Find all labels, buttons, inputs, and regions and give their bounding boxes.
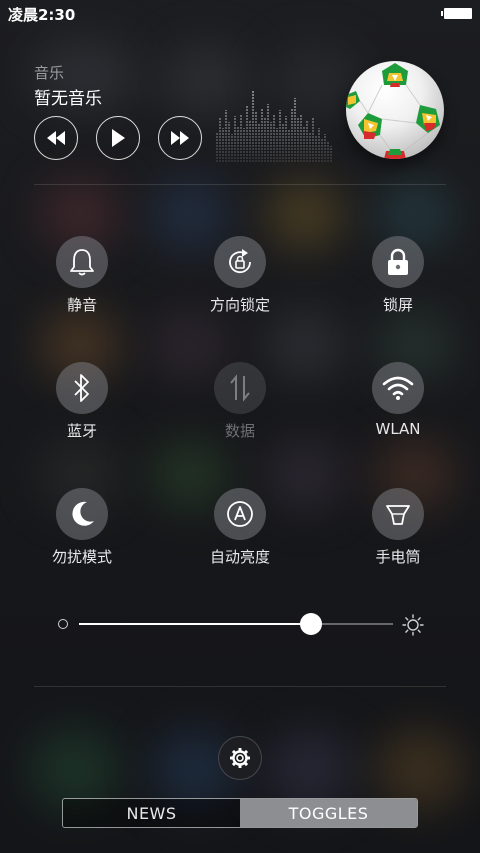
album-art — [346, 61, 444, 159]
toggle-auto-brightness-label: 自动亮度 — [209, 548, 270, 566]
bluetooth-icon — [74, 374, 89, 402]
moon-icon — [72, 501, 94, 526]
toggle-do-not-disturb[interactable]: 勿扰模式 — [22, 488, 142, 567]
brightness-slider[interactable] — [79, 613, 393, 635]
gear-icon — [230, 748, 250, 768]
toggle-bluetooth[interactable]: 蓝牙 — [22, 362, 142, 441]
rewind-icon — [47, 131, 65, 145]
toggle-flashlight-label: 手电筒 — [375, 548, 421, 566]
toggle-lock-screen[interactable]: 锁屏 — [338, 236, 458, 315]
auto-brightness-icon — [227, 501, 253, 527]
brightness-high-icon — [402, 614, 424, 636]
toggle-mobile-data-label: 数据 — [224, 422, 255, 440]
toggle-wlan-label: WLAN — [375, 420, 421, 438]
play-icon — [112, 129, 125, 147]
fast-forward-icon — [171, 131, 189, 145]
toggle-mute-label: 静音 — [66, 296, 97, 314]
toggle-bluetooth-label: 蓝牙 — [66, 422, 97, 440]
bottom-tab-switcher: NEWS TOGGLES — [62, 798, 418, 828]
divider-top — [34, 184, 446, 185]
toggle-rotation-lock-label: 方向锁定 — [209, 296, 270, 314]
settings-button[interactable] — [218, 736, 262, 780]
toggle-wlan[interactable]: WLAN — [338, 362, 458, 438]
divider-bottom — [34, 686, 446, 687]
toggle-mute[interactable]: 静音 — [22, 236, 142, 315]
brightness-low-icon — [58, 619, 68, 629]
brightness-slider-fill — [79, 623, 312, 625]
toggle-mobile-data[interactable]: 数据 — [180, 362, 300, 441]
audio-visualizer — [216, 90, 333, 162]
tab-toggles[interactable]: TOGGLES — [240, 799, 417, 827]
tab-news[interactable]: NEWS — [63, 799, 240, 827]
bell-icon — [70, 249, 94, 276]
toggle-do-not-disturb-label: 勿扰模式 — [51, 548, 112, 566]
rewind-button[interactable] — [34, 116, 78, 160]
flashlight-icon — [386, 505, 410, 525]
music-track-title: 暂无音乐 — [34, 89, 102, 109]
rotation-lock-icon — [229, 249, 251, 274]
toggle-flashlight[interactable]: 手电筒 — [338, 488, 458, 567]
toggle-lock-screen-label: 锁屏 — [382, 296, 413, 314]
status-time: 凌晨2:30 — [8, 6, 76, 24]
lock-icon — [388, 248, 408, 275]
toggle-rotation-lock[interactable]: 方向锁定 — [180, 236, 300, 315]
battery-icon — [441, 8, 472, 19]
music-section-label: 音乐 — [34, 64, 65, 82]
soccer-ball-icon — [346, 63, 440, 159]
data-arrows-icon — [230, 374, 250, 402]
fast-forward-button[interactable] — [158, 116, 202, 160]
toggle-auto-brightness[interactable]: 自动亮度 — [180, 488, 300, 567]
status-bar: 凌晨2:30 — [0, 0, 480, 26]
play-button[interactable] — [96, 116, 140, 160]
wifi-icon — [382, 376, 414, 400]
